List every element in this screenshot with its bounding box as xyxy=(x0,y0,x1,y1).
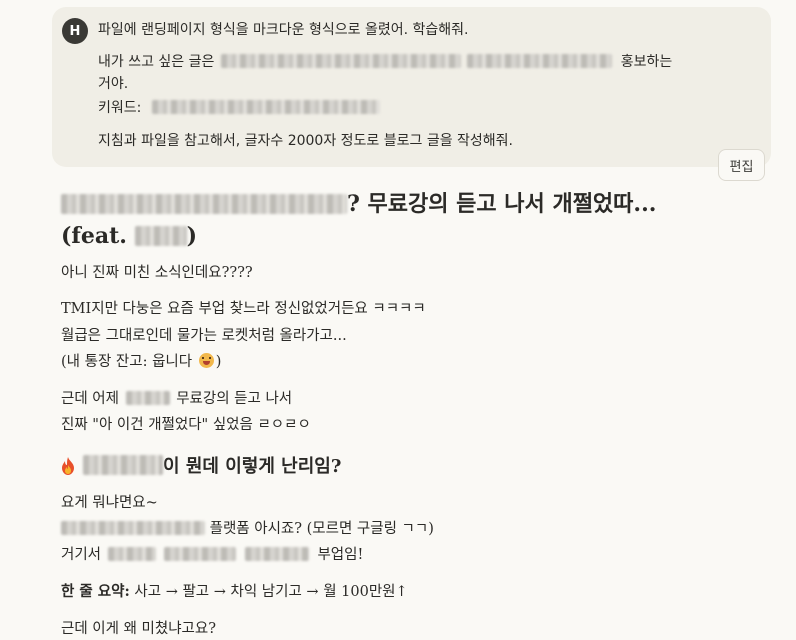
user-message-text: 내가 쓰고 싶은 글은 xyxy=(98,54,215,70)
edit-button[interactable]: 편집 xyxy=(718,149,765,181)
user-message-bubble: H 파일에 랜딩페이지 형식을 마크다운 형식으로 올렸어. 학습해줘. 내가 … xyxy=(52,7,771,167)
paragraph-text: 근데 어제 xyxy=(61,391,119,407)
user-avatar: H xyxy=(62,18,88,44)
redacted-text xyxy=(151,100,380,114)
response-paragraph: 거기서 부업임! xyxy=(61,544,363,566)
user-message-line: 파일에 랜딩페이지 형식을 마크다운 형식으로 올렸어. 학습해줘. xyxy=(98,22,469,38)
redacted-text xyxy=(220,54,461,68)
response-paragraph: 아니 진짜 미친 소식인데요???? xyxy=(61,265,253,281)
redacted-text xyxy=(244,547,309,561)
redacted-text xyxy=(61,194,347,214)
paragraph-text: 거기서 xyxy=(61,547,102,563)
summary-label: 한 줄 요약: xyxy=(61,583,130,600)
response-paragraph: (내 통장 잔고: 웁니다 ) xyxy=(61,351,221,373)
redacted-text xyxy=(467,54,613,68)
user-message-text: 홍보하는 xyxy=(620,54,673,70)
fire-icon xyxy=(62,457,74,475)
paragraph-text: 부업임! xyxy=(317,547,364,563)
response-paragraph: 플랫폼 아시죠? (모르면 구글링 ㄱㄱ) xyxy=(61,518,434,540)
summary-text: 사고 → 팔고 → 차익 남기고 → 월 100만원↑ xyxy=(134,584,408,600)
paragraph-text: ) xyxy=(215,354,222,370)
redacted-text xyxy=(61,521,205,535)
paragraph-text: (내 통장 잔고: 웁니다 xyxy=(61,354,193,370)
redacted-text xyxy=(107,547,156,561)
response-title: ? 무료강의 듣고 나서 개쩔었따... xyxy=(61,188,656,220)
title-text: (feat. xyxy=(61,223,127,249)
user-message-line: 지침과 파일을 참고해서, 글자수 2000자 정도로 블로그 글을 작성해줘. xyxy=(98,133,514,149)
response-paragraph: 요게 뭐냐면요~ xyxy=(61,495,158,511)
response-paragraph: 진짜 "아 이건 개쩔었다" 싶었음 ㄹㅇㄹㅇ xyxy=(61,417,311,433)
title-text: ? 무료강의 듣고 나서 개쩔었따... xyxy=(347,191,657,217)
response-paragraph: 근데 어제 무료강의 듣고 나서 xyxy=(61,388,292,410)
user-message-line: 키워드: xyxy=(98,98,380,118)
user-message-line: 거야. xyxy=(98,76,129,92)
redacted-text xyxy=(83,455,163,475)
response-paragraph: TMI지만 다눙은 요즘 부업 찾느라 정신없었거든요 ㅋㅋㅋㅋ xyxy=(61,301,426,317)
response-paragraph: 근데 이게 왜 미쳤냐고요? xyxy=(61,621,217,637)
user-message-line: 내가 쓰고 싶은 글은 홍보하는 xyxy=(98,52,672,72)
paragraph-text: 무료강의 듣고 나서 xyxy=(176,391,293,407)
keyword-label: 키워드: xyxy=(98,100,142,116)
redacted-text xyxy=(134,226,187,246)
heading-text: 이 뭔데 이렇게 난리임? xyxy=(163,456,342,477)
melting-face-emoji xyxy=(198,353,214,368)
response-title-line2: (feat. ) xyxy=(61,220,197,252)
response-heading: 이 뭔데 이렇게 난리임? xyxy=(61,454,341,480)
response-paragraph: 월급은 그대로인데 물가는 로켓처럼 올라가고... xyxy=(61,328,347,344)
response-summary: 한 줄 요약: 사고 → 팔고 → 차익 남기고 → 월 100만원↑ xyxy=(61,581,408,603)
title-text: ) xyxy=(186,223,198,249)
redacted-text xyxy=(164,547,237,561)
redacted-text xyxy=(125,391,170,405)
paragraph-text: 플랫폼 아시죠? (모르면 구글링 ㄱㄱ) xyxy=(209,521,434,537)
